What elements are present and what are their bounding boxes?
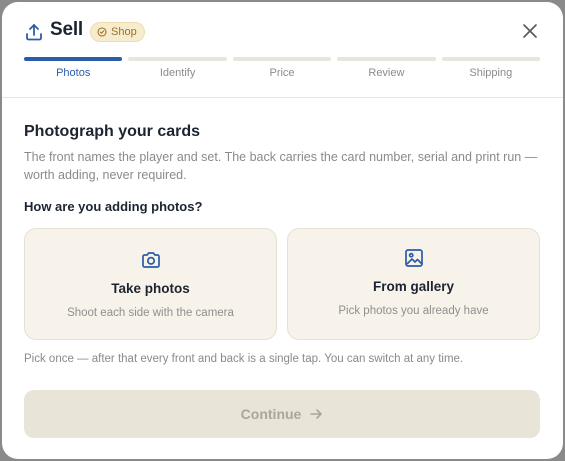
step-bar — [24, 57, 123, 61]
section-title: Photograph your cards — [24, 123, 201, 140]
step-review[interactable]: Review — [337, 57, 436, 87]
option-subtitle: Pick photos you already have — [338, 305, 489, 317]
step-label: Review — [368, 67, 405, 79]
step-label: Identify — [159, 67, 196, 79]
step-progress: Photos Identify Price Review Shipping — [24, 57, 541, 87]
shop-badge: Shop — [90, 22, 145, 42]
step-bar — [337, 57, 436, 61]
step-bar — [128, 57, 227, 61]
image-icon — [404, 249, 423, 267]
dialog-header: Sell Shop Photos Identify Price Review S… — [2, 2, 563, 98]
take-photos-option[interactable]: Take photos Shoot each side with the cam… — [24, 228, 277, 340]
step-shipping[interactable]: Shipping — [441, 57, 541, 87]
from-gallery-option[interactable]: From gallery Pick photos you already hav… — [287, 228, 540, 340]
badge-label: Shop — [111, 26, 137, 38]
step-photos[interactable]: Photos — [24, 57, 123, 87]
close-icon[interactable] — [520, 21, 540, 41]
shop-icon — [97, 27, 107, 37]
step-price[interactable]: Price — [232, 57, 332, 87]
step-label: Shipping — [469, 67, 513, 79]
continue-label: Continue — [240, 406, 302, 422]
step-bar — [441, 57, 541, 61]
step-identify[interactable]: Identify — [128, 57, 227, 87]
upload-icon — [26, 24, 42, 41]
step-bar — [232, 57, 332, 61]
option-subtitle: Shoot each side with the camera — [67, 307, 234, 319]
question-label: How are you adding photos? — [24, 199, 203, 214]
step-label: Price — [269, 67, 295, 79]
step-label: Photos — [56, 67, 91, 79]
option-title: From gallery — [372, 279, 455, 294]
camera-icon — [141, 252, 160, 268]
dialog-title: Sell — [50, 19, 83, 40]
sell-dialog: Sell Shop Photos Identify Price Review S… — [2, 2, 563, 459]
arrow-right-icon — [310, 409, 323, 419]
continue-button[interactable]: Continue — [24, 390, 540, 438]
section-description: The front names the player and set. The … — [24, 150, 538, 182]
option-title: Take photos — [111, 281, 190, 296]
hint-text: Pick once — after that every front and b… — [24, 353, 464, 365]
